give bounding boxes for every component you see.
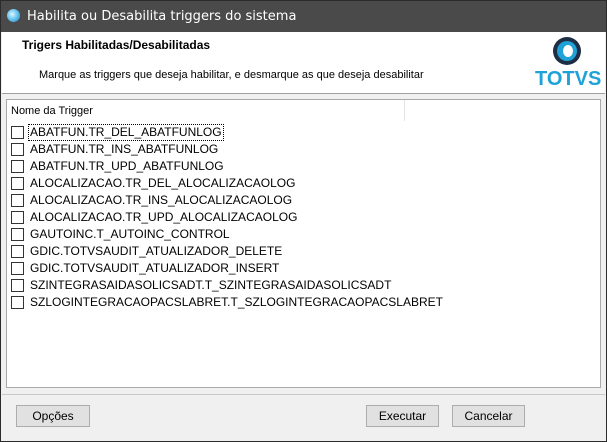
trigger-label: ABATFUN.TR_INS_ABATFUNLOG bbox=[30, 142, 219, 156]
totvs-logo-icon bbox=[553, 37, 581, 65]
execute-button[interactable]: Executar bbox=[366, 405, 439, 427]
trigger-list[interactable]: Nome da Trigger ABATFUN.TR_DEL_ABATFUNLO… bbox=[6, 99, 601, 388]
column-header-label: Nome da Trigger bbox=[11, 105, 93, 117]
trigger-checkbox[interactable] bbox=[11, 143, 24, 156]
trigger-label: ALOCALIZACAO.TR_DEL_ALOCALIZACAOLOG bbox=[30, 176, 296, 190]
trigger-label: GDIC.TOTVSAUDIT_ATUALIZADOR_DELETE bbox=[30, 244, 283, 258]
header-divider bbox=[2, 93, 605, 94]
trigger-checkbox[interactable] bbox=[11, 194, 24, 207]
app-icon bbox=[7, 9, 20, 22]
trigger-checkbox[interactable] bbox=[11, 245, 24, 258]
column-header-trigger-name[interactable]: Nome da Trigger bbox=[7, 100, 405, 121]
trigger-label: ABATFUN.TR_UPD_ABATFUNLOG bbox=[30, 159, 224, 173]
header-title: Trigers Habilitadas/Desabilitadas bbox=[22, 38, 211, 52]
totvs-logo: TOTVS bbox=[535, 35, 601, 91]
trigger-label: ALOCALIZACAO.TR_UPD_ALOCALIZACAOLOG bbox=[30, 210, 298, 224]
trigger-checkbox[interactable] bbox=[11, 211, 24, 224]
trigger-checkbox[interactable] bbox=[11, 160, 24, 173]
trigger-checkbox[interactable] bbox=[11, 228, 24, 241]
header-description: Marque as triggers que deseja habilitar,… bbox=[39, 69, 424, 81]
trigger-label: SZINTEGRASAIDASOLICSADT.T_SZINTEGRASAIDA… bbox=[30, 278, 392, 292]
trigger-checkbox[interactable] bbox=[11, 296, 24, 309]
footer-divider bbox=[2, 394, 605, 395]
trigger-checkbox[interactable] bbox=[11, 126, 24, 139]
dialog-window: Habilita ou Desabilita triggers do siste… bbox=[0, 0, 607, 442]
logo-text: TOTVS bbox=[535, 68, 602, 90]
window-title: Habilita ou Desabilita triggers do siste… bbox=[27, 9, 297, 24]
trigger-label: ABATFUN.TR_DEL_ABATFUNLOG bbox=[28, 124, 224, 141]
trigger-checkbox[interactable] bbox=[11, 262, 24, 275]
trigger-label: SZLOGINTEGRACAOPACSLABRET.T_SZLOGINTEGRA… bbox=[30, 295, 443, 309]
trigger-label: ALOCALIZACAO.TR_INS_ALOCALIZACAOLOG bbox=[30, 193, 293, 207]
title-bar[interactable]: Habilita ou Desabilita triggers do siste… bbox=[1, 1, 606, 32]
options-button[interactable]: Opções bbox=[16, 405, 90, 427]
trigger-checkbox[interactable] bbox=[11, 279, 24, 292]
trigger-checkbox[interactable] bbox=[11, 177, 24, 190]
cancel-button[interactable]: Cancelar bbox=[452, 405, 525, 427]
trigger-label: GDIC.TOTVSAUDIT_ATUALIZADOR_INSERT bbox=[30, 261, 280, 275]
dialog-header: Trigers Habilitadas/Desabilitadas Marque… bbox=[2, 32, 605, 93]
trigger-label: GAUTOINC.T_AUTOINC_CONTROL bbox=[30, 227, 230, 241]
